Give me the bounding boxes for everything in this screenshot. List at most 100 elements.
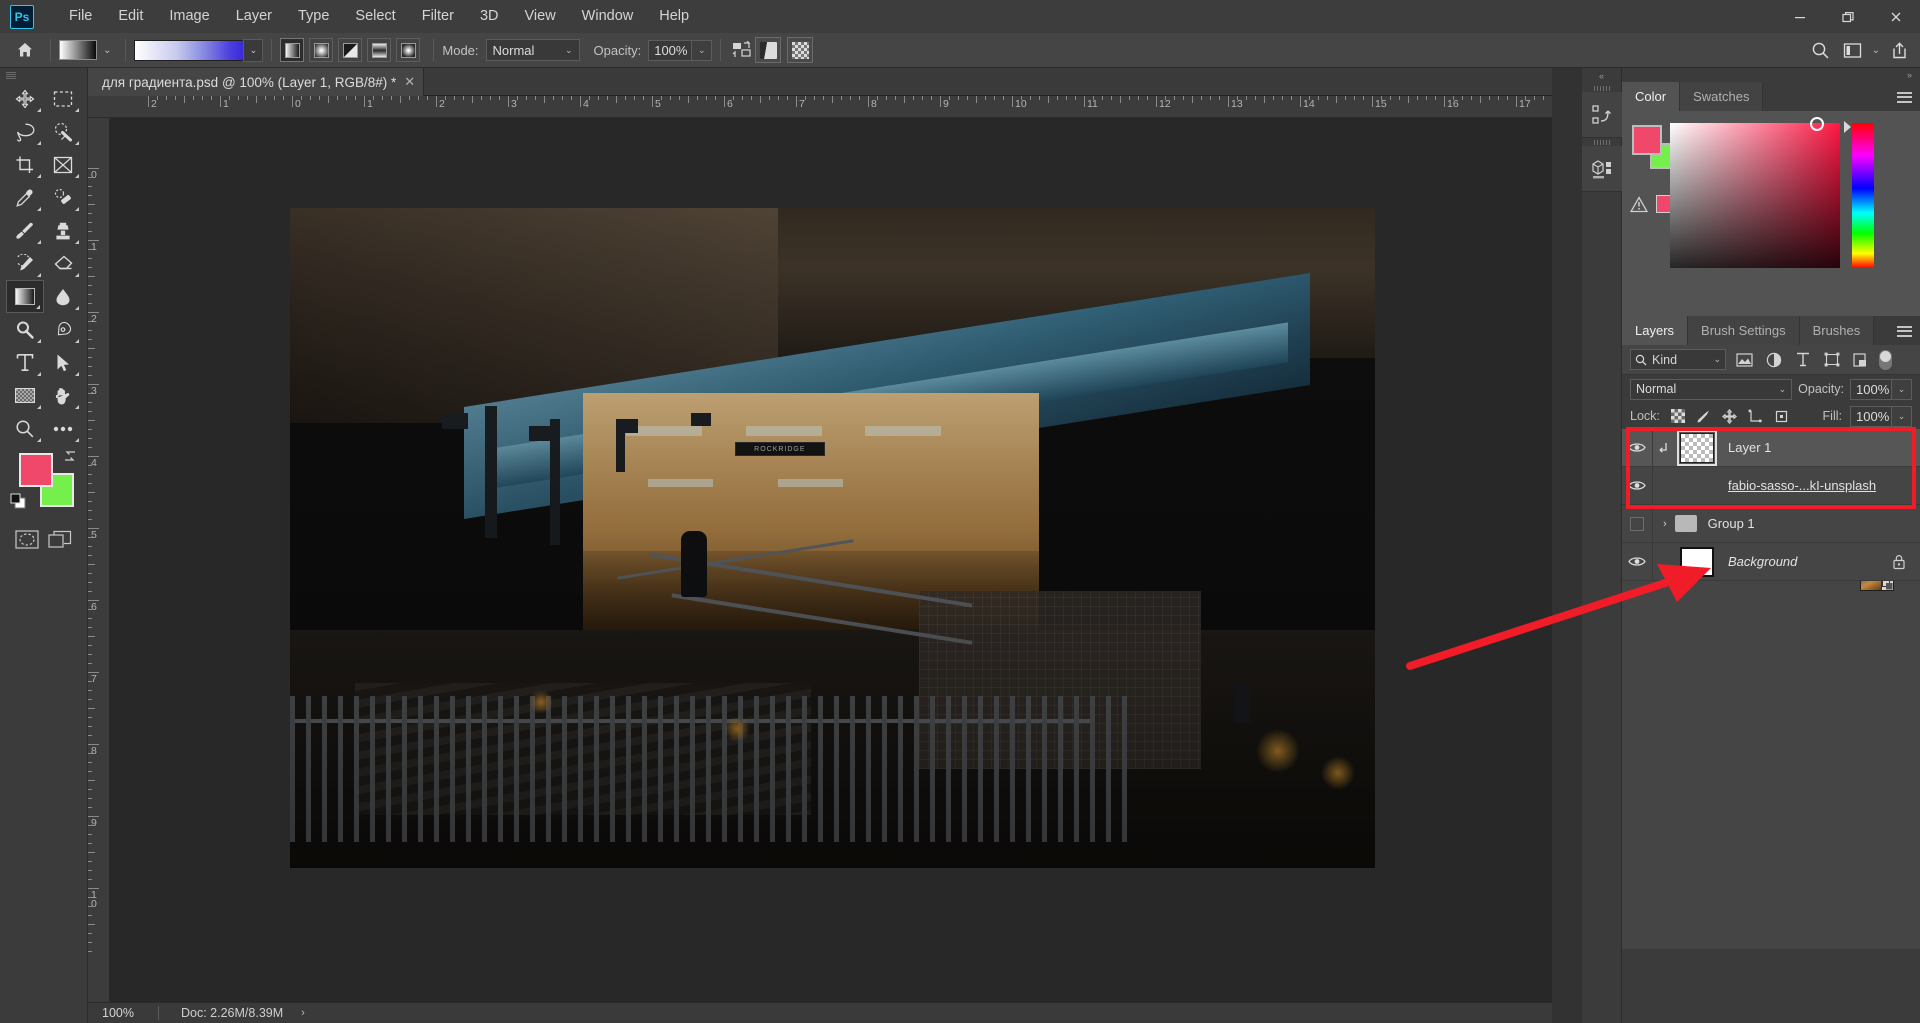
blend-mode-select[interactable]: Normal ⌄ [485,39,580,61]
screen-mode-icon[interactable] [44,523,78,556]
icon-dock-grip-2[interactable] [1582,138,1621,146]
gradient-preset-swatch[interactable] [59,40,97,60]
lock-all-icon[interactable] [1772,406,1792,426]
layer-visibility-toggle[interactable] [1622,543,1652,581]
menu-view[interactable]: View [512,0,569,33]
layer-name[interactable]: Group 1 [1708,516,1755,531]
layer-visibility-toggle[interactable] [1622,429,1652,467]
angle-gradient-button[interactable] [338,38,363,62]
move-tool[interactable] [6,82,44,115]
foreground-color-swatch[interactable] [19,453,53,487]
menu-help[interactable]: Help [646,0,702,33]
panel-expand-button[interactable]: » [1622,68,1920,82]
menu-edit[interactable]: Edit [105,0,156,33]
layer-fill-input[interactable]: 100% [1850,405,1892,427]
tab-brushes[interactable]: Brushes [1799,316,1875,345]
rectangular-marquee-tool[interactable] [44,82,82,115]
blur-tool[interactable] [44,280,82,313]
tab-swatches[interactable]: Swatches [1680,82,1764,111]
table-row[interactable]: Layer 1 [1622,428,1920,467]
toolbar-grip[interactable] [0,68,87,82]
history-panel-icon[interactable] [1582,92,1622,138]
gradient-picker-chevron-icon[interactable]: ⌄ [243,38,264,62]
history-brush-tool[interactable] [6,247,44,280]
reflected-gradient-button[interactable] [367,38,392,62]
quick-selection-tool[interactable] [44,115,82,148]
transparency-checker-icon[interactable] [787,37,814,63]
clone-stamp-tool[interactable] [44,214,82,247]
lock-transparent-pixels-icon[interactable] [1668,406,1688,426]
filter-smart-object-icon[interactable] [1850,349,1871,370]
menu-filter[interactable]: Filter [409,0,467,33]
edit-toolbar-tool[interactable] [44,412,82,445]
rectangle-tool[interactable] [6,379,44,412]
menu-file[interactable]: File [56,0,105,33]
zoom-level[interactable]: 100% [88,1006,158,1020]
lasso-tool[interactable] [6,115,44,148]
hue-slider[interactable] [1852,123,1874,268]
pen-tool[interactable] [44,313,82,346]
diamond-gradient-button[interactable] [396,38,421,62]
restore-button[interactable] [1824,0,1872,33]
home-icon[interactable] [8,33,42,68]
layer-filter-kind-select[interactable]: Kind ⌄ [1630,349,1726,370]
color-field[interactable] [1670,117,1840,268]
menu-3d[interactable]: 3D [467,0,512,33]
swap-colors-icon[interactable] [62,448,78,464]
close-button[interactable] [1872,0,1920,33]
gradient-preset-chevron-icon[interactable]: ⌄ [103,45,111,56]
menu-select[interactable]: Select [342,0,408,33]
filter-pixel-icon[interactable] [1734,349,1755,370]
opacity-input[interactable]: 100% [648,39,693,61]
filter-type-icon[interactable] [1792,349,1813,370]
crop-tool[interactable] [6,148,44,181]
workspace-chevron-icon[interactable]: ⌄ [1872,45,1880,56]
table-row[interactable]: fabio-sasso-...kI-unsplash [1622,466,1920,591]
dither-gradient-icon[interactable] [755,37,782,63]
filter-shape-icon[interactable] [1821,349,1842,370]
group-disclosure-arrow-icon[interactable]: › [1663,518,1667,530]
color-field-picker[interactable] [1810,117,1824,131]
layer-name[interactable]: Background [1728,554,1797,569]
vertical-ruler[interactable]: 0 1 2 3 4 5 6 7 8 9 1 0 [88,118,110,1002]
layer-visibility-toggle[interactable] [1622,467,1652,505]
layer-thumbnail[interactable] [1680,546,1714,577]
frame-tool[interactable] [44,148,82,181]
lock-position-icon[interactable] [1720,406,1740,426]
spot-healing-brush-tool[interactable] [44,181,82,214]
color-panel-foreground-swatch[interactable] [1632,125,1662,155]
zoom-tool[interactable] [6,412,44,445]
filter-adjustment-icon[interactable] [1763,349,1784,370]
radial-gradient-button[interactable] [309,38,334,62]
default-colors-icon[interactable] [10,493,26,509]
layer-opacity-input[interactable]: 100% [1850,378,1892,400]
layer-visibility-toggle[interactable] [1622,505,1652,543]
close-icon[interactable]: ✕ [404,74,415,90]
document-image[interactable]: ROCKRIDGE [290,208,1375,868]
lock-artboard-nesting-icon[interactable] [1746,406,1766,426]
workspace-icon[interactable] [1840,38,1866,64]
menu-window[interactable]: Window [569,0,647,33]
layer-thumbnail[interactable] [1677,429,1717,466]
minimize-button[interactable] [1776,0,1824,33]
brush-tool[interactable] [6,214,44,247]
icon-dock-grip-1[interactable] [1582,84,1621,92]
share-icon[interactable] [1886,38,1912,64]
icon-dock-collapse-button[interactable]: « [1582,68,1621,84]
menu-layer[interactable]: Layer [223,0,285,33]
status-expand-arrow-icon[interactable]: › [283,1007,305,1019]
layer-blend-mode-select[interactable]: Normal ⌄ [1630,378,1793,400]
gradient-tool[interactable] [6,280,44,313]
tab-color[interactable]: Color [1622,82,1681,111]
3d-panel-icon[interactable] [1582,146,1622,192]
menu-type[interactable]: Type [285,0,342,33]
search-icon[interactable] [1808,38,1834,64]
opacity-chevron-icon[interactable]: ⌄ [692,39,713,61]
tab-brush-settings[interactable]: Brush Settings [1688,316,1800,345]
color-panel-menu-icon[interactable] [1897,89,1912,105]
linear-gradient-button[interactable] [280,38,305,62]
hand-tool[interactable] [44,379,82,412]
tab-layers[interactable]: Layers [1622,316,1689,345]
lock-image-pixels-icon[interactable] [1694,406,1714,426]
menu-image[interactable]: Image [156,0,222,33]
